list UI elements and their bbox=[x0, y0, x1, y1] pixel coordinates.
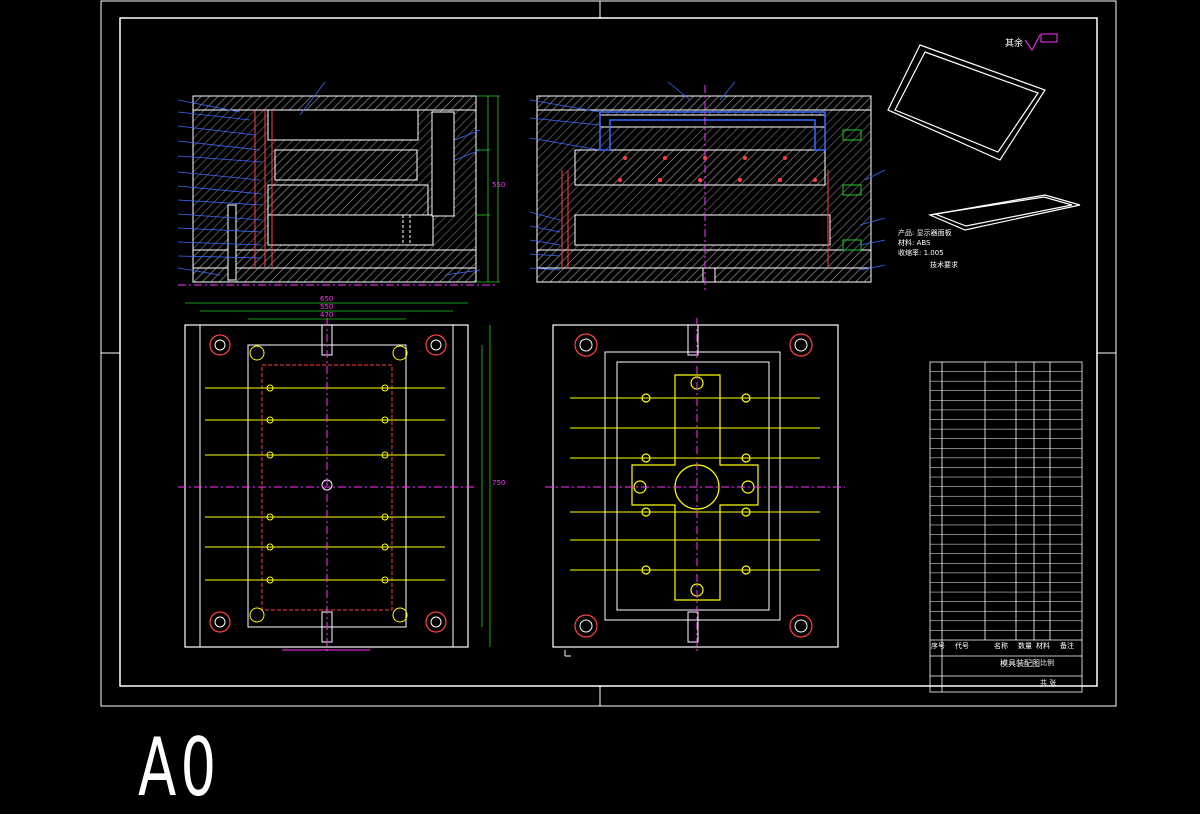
title-block-scale: 比例 bbox=[1040, 659, 1054, 667]
product-isometric-icon bbox=[887, 44, 1081, 231]
front-section-view bbox=[177, 81, 500, 286]
product-info-line-2: 材料: ABS bbox=[898, 239, 931, 247]
bottom-plan-view bbox=[545, 318, 845, 657]
dim-width-inner: 470 bbox=[320, 311, 334, 319]
bom-header-code: 代号 bbox=[955, 642, 969, 650]
dim-height-inner: 750 bbox=[492, 479, 506, 487]
bom-rows bbox=[930, 371, 1082, 631]
bom-header-no: 序号 bbox=[931, 642, 945, 650]
cad-drawing-canvas bbox=[100, 0, 1117, 707]
bom-header-name: 名称 bbox=[994, 642, 1008, 650]
product-info-line-3: 收缩率: 1.005 bbox=[898, 249, 944, 257]
title-block-sheet: 共 张 bbox=[1040, 679, 1057, 687]
dim-height-overall: 550 bbox=[492, 181, 506, 189]
tech-requirements-title: 技术要求 bbox=[930, 261, 958, 269]
bom-header-material: 材料 bbox=[1036, 642, 1050, 650]
bom-header-remark: 备注 bbox=[1060, 642, 1074, 650]
title-block-drawing-title: 模具装配图 bbox=[1000, 659, 1040, 668]
dim-width-mid: 550 bbox=[320, 303, 334, 311]
roughness-note: 其余 bbox=[1005, 39, 1024, 49]
bom-header-qty: 数量 bbox=[1018, 642, 1032, 650]
sheet-size-label: A0 bbox=[138, 721, 221, 814]
product-info-line-1: 产品: 显示器面板 bbox=[898, 229, 952, 237]
side-section-view bbox=[529, 81, 886, 290]
top-plan-view bbox=[178, 302, 491, 652]
roughness-symbol-icon bbox=[1024, 33, 1058, 51]
dim-width-overall: 650 bbox=[320, 295, 334, 303]
